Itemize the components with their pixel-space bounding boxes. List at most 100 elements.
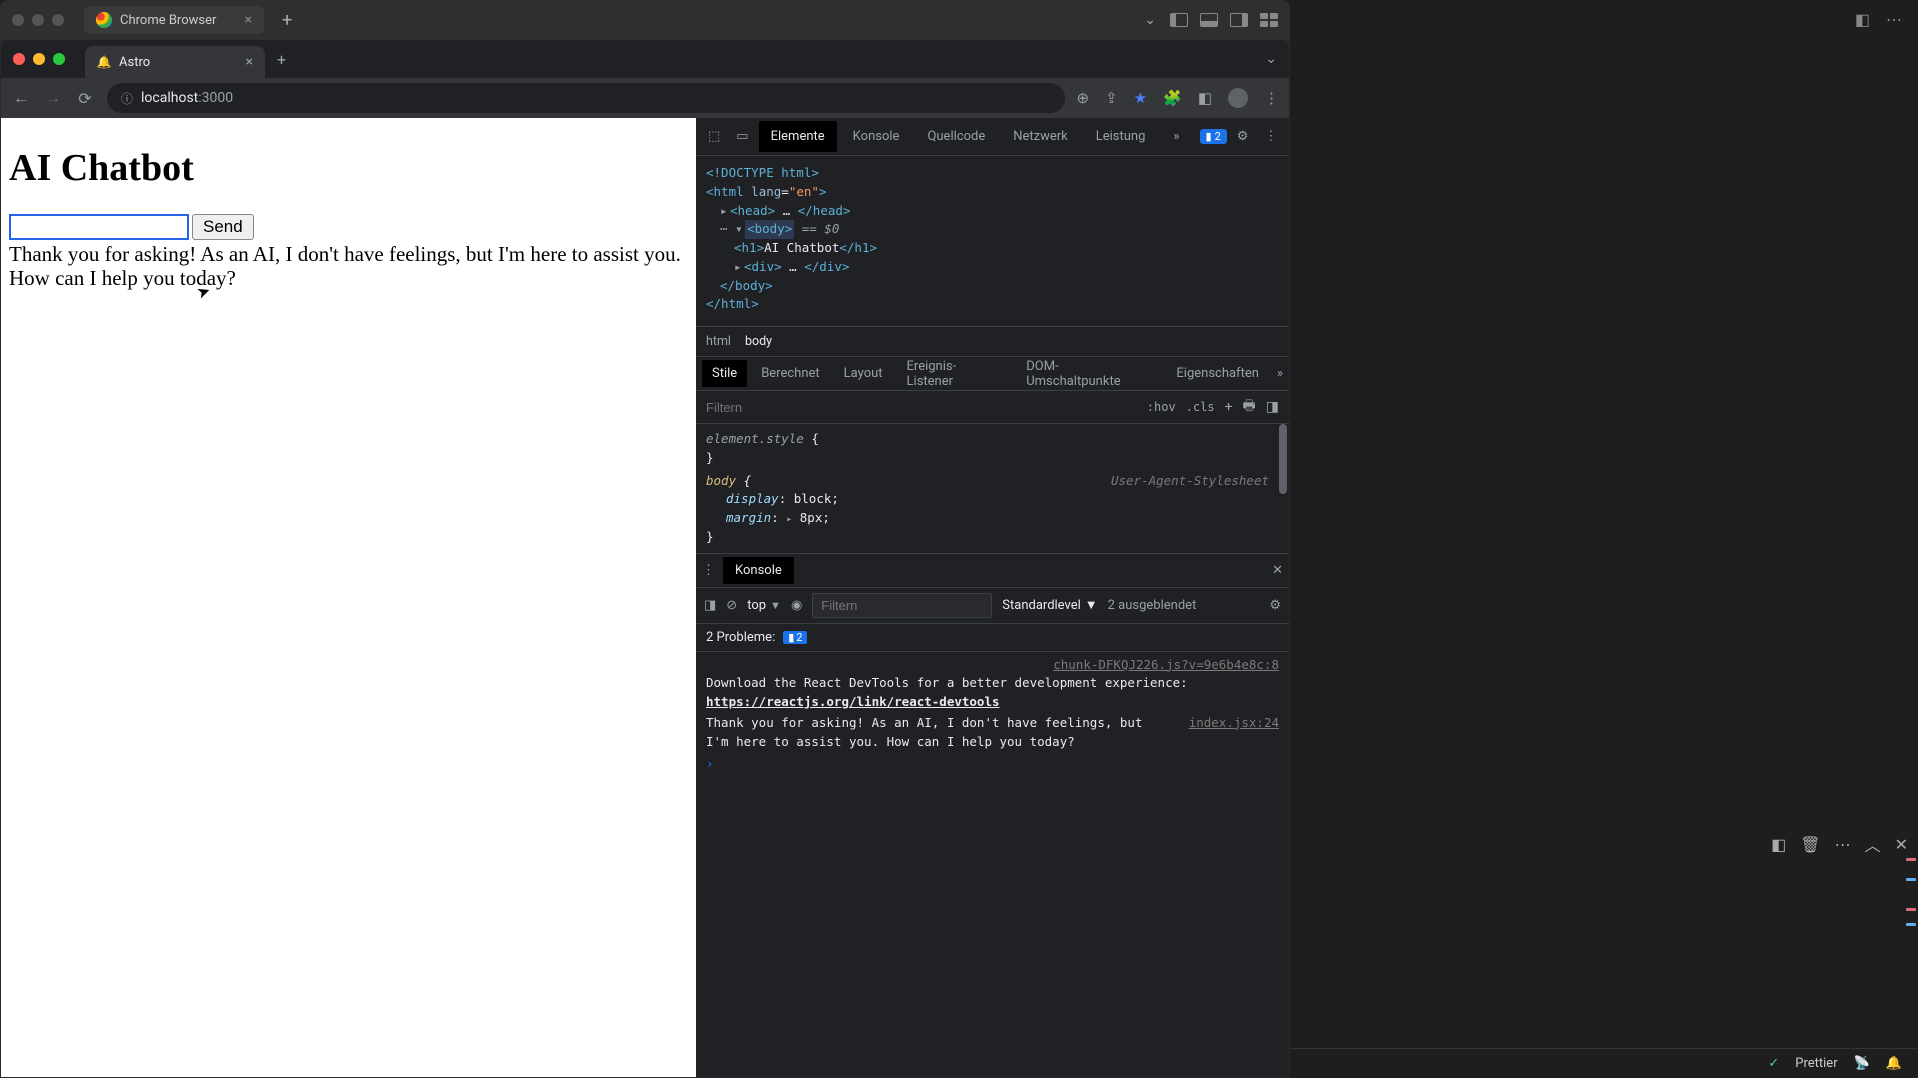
devtools-settings-icon[interactable]: ⚙ — [1231, 125, 1255, 148]
sidepanel-icon[interactable]: ◧ — [1198, 89, 1212, 107]
styles-tab-listeners[interactable]: Ereignis-Listener — [897, 353, 1013, 395]
trash-icon[interactable]: 🗑 — [1800, 835, 1820, 854]
console-level-selector[interactable]: Standardlevel ▼ — [1002, 597, 1097, 613]
chat-form: Send — [9, 214, 688, 240]
profile-avatar-icon[interactable] — [1228, 88, 1248, 108]
devtools-tabs: ⬚ ▭ Elemente Konsole Quellcode Netzwerk … — [696, 118, 1289, 156]
editor-split-icon[interactable]: ◧ — [1855, 10, 1870, 29]
styles-scrollbar[interactable] — [1277, 424, 1289, 553]
tab-sources[interactable]: Quellcode — [915, 121, 997, 152]
layout-bottom-icon[interactable] — [1200, 13, 1218, 27]
back-button[interactable]: ← — [11, 88, 31, 108]
share-icon[interactable]: ⇪ — [1105, 89, 1118, 107]
console-source-2[interactable]: index.jsx:24 — [1169, 714, 1279, 752]
styles-tab-styles[interactable]: Stile — [702, 360, 747, 387]
outer-tab[interactable]: Chrome Browser × — [84, 6, 264, 34]
console-source-1[interactable]: chunk-DFKQJ226.js?v=9e6b4e8c:8 — [706, 656, 1279, 675]
styles-tab-layout[interactable]: Layout — [834, 360, 893, 387]
console-settings-icon[interactable]: ⚙ — [1269, 598, 1281, 613]
editor-panel: ◧ ⋯ ◧ 🗑 ⋯ ︿ ✕ ✓ Prettier 📡 🔔 — [1290, 0, 1918, 1078]
chrome-max-dot[interactable] — [53, 53, 65, 65]
styles-filter-input[interactable] — [706, 400, 1137, 415]
prettier-status[interactable]: Prettier — [1795, 1056, 1837, 1071]
url-host: localhost — [141, 90, 198, 106]
styles-panel-icon[interactable]: ◨ — [1266, 399, 1279, 415]
panel-layout-icon[interactable]: ◧ — [1771, 835, 1786, 854]
layout-left-icon[interactable] — [1170, 13, 1188, 27]
chevron-up-icon[interactable]: ︿ — [1865, 832, 1881, 856]
content-row: AI Chatbot Send Thank you for asking! As… — [1, 118, 1289, 1077]
chrome-close-dot[interactable] — [13, 53, 25, 65]
outer-max-dot[interactable] — [52, 14, 64, 26]
tab-performance[interactable]: Leistung — [1084, 121, 1158, 152]
chrome-tab-close-icon[interactable]: × — [246, 54, 253, 70]
inspect-element-icon[interactable]: ⬚ — [702, 125, 726, 148]
chrome-favicon-icon — [96, 12, 112, 28]
styles-print-icon[interactable]: 🖶 — [1243, 395, 1256, 419]
zoom-icon[interactable]: ⊕ — [1077, 89, 1090, 107]
layout-grid-icon[interactable] — [1260, 13, 1278, 27]
breadcrumb-body[interactable]: body — [745, 334, 772, 349]
breadcrumb-html[interactable]: html — [706, 334, 731, 349]
outer-min-dot[interactable] — [32, 14, 44, 26]
console-toolbar: ◨ ⊘ top ▼ ◉ Standardlevel ▼ 2 ausgeblend… — [696, 588, 1289, 624]
address-bar[interactable]: ⓘ localhost:3000 — [107, 83, 1065, 113]
cls-toggle[interactable]: .cls — [1186, 400, 1215, 414]
tabs-more-icon[interactable]: » — [1161, 121, 1191, 152]
chat-reply: Thank you for asking! As an AI, I don't … — [9, 242, 688, 290]
chrome-tablist-chevron-icon[interactable]: ⌄ — [1265, 51, 1277, 67]
styles-tabs-more-icon[interactable]: » — [1277, 366, 1283, 381]
console-output[interactable]: chunk-DFKQJ226.js?v=9e6b4e8c:8 Download … — [696, 652, 1289, 1078]
hov-toggle[interactable]: :hov — [1147, 400, 1176, 414]
issues-badge[interactable]: ▮ 2 — [1200, 129, 1227, 144]
console-filter-input[interactable] — [812, 593, 992, 618]
drawer-handle-icon[interactable]: ⋮ — [702, 563, 715, 578]
forward-button: → — [43, 88, 63, 108]
styles-tab-computed[interactable]: Berechnet — [751, 360, 829, 387]
console-context-selector[interactable]: top ▼ — [747, 598, 781, 613]
panel-close-icon[interactable]: ✕ — [1895, 835, 1908, 854]
chrome-min-dot[interactable] — [33, 53, 45, 65]
panel-more-icon[interactable]: ⋯ — [1835, 835, 1851, 854]
device-toggle-icon[interactable]: ▭ — [730, 125, 754, 148]
layout-right-icon[interactable] — [1230, 13, 1248, 27]
extensions-icon[interactable]: 🧩 — [1163, 89, 1182, 107]
styles-tab-properties[interactable]: Eigenschaften — [1166, 360, 1269, 387]
new-style-rule-icon[interactable]: + — [1225, 399, 1233, 415]
bookmark-star-icon[interactable]: ★ — [1134, 89, 1147, 107]
styles-rules[interactable]: element.style { } User-Agent-Stylesheet … — [696, 424, 1289, 554]
chrome-new-tab-button[interactable]: + — [277, 50, 286, 69]
console-prompt-icon[interactable]: › — [706, 755, 1279, 774]
tab-network[interactable]: Netzwerk — [1001, 121, 1080, 152]
drawer-close-icon[interactable]: ✕ — [1272, 563, 1283, 578]
outer-close-dot[interactable] — [12, 14, 24, 26]
styles-tab-breakpoints[interactable]: DOM-Umschaltpunkte — [1016, 353, 1162, 395]
console-sidebar-icon[interactable]: ◨ — [704, 598, 716, 613]
chrome-tab[interactable]: 🔔 Astro × — [85, 46, 265, 78]
console-clear-icon[interactable]: ⊘ — [726, 598, 737, 613]
outer-new-tab-button[interactable]: + — [282, 10, 292, 31]
outer-tab-close-icon[interactable]: × — [245, 12, 252, 28]
styles-tabs: Stile Berechnet Layout Ereignis-Listener… — [696, 356, 1289, 390]
site-info-icon[interactable]: ⓘ — [121, 90, 133, 107]
console-problems-bar[interactable]: 2 Probleme: ▮ 2 — [696, 624, 1289, 652]
page-heading: AI Chatbot — [9, 146, 688, 190]
devtools-kebab-icon[interactable]: ⋮ — [1258, 125, 1283, 148]
reload-button[interactable]: ⟳ — [75, 89, 95, 108]
elements-tree[interactable]: <!DOCTYPE html> <html lang="en"> ▸<head>… — [696, 156, 1289, 326]
chat-input[interactable] — [9, 214, 189, 240]
bell-icon[interactable]: 🔔 — [1886, 1056, 1902, 1071]
tab-console[interactable]: Konsole — [841, 121, 912, 152]
menu-kebab-icon[interactable]: ⋮ — [1264, 89, 1279, 107]
send-button[interactable]: Send — [192, 214, 254, 240]
live-server-icon[interactable]: 📡 — [1854, 1056, 1870, 1071]
live-expression-icon[interactable]: ◉ — [791, 598, 802, 613]
drawer-tab-console[interactable]: Konsole — [723, 557, 794, 584]
react-devtools-link[interactable]: https://reactjs.org/link/react-devtools — [706, 694, 1000, 709]
minimap-strip[interactable] — [1904, 78, 1918, 1028]
outer-chevron-down-icon[interactable]: ⌄ — [1144, 12, 1156, 28]
editor-kebab-icon[interactable]: ⋯ — [1886, 10, 1902, 29]
elements-breadcrumb: html body — [696, 326, 1289, 356]
prettier-check-icon[interactable]: ✓ — [1768, 1056, 1779, 1071]
tab-elements[interactable]: Elemente — [759, 121, 837, 152]
